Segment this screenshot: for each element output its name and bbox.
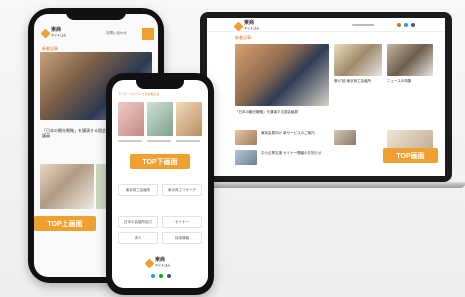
laptop-section: 新着記事 <box>235 35 251 40</box>
logo-icon <box>40 28 51 38</box>
laptop-list-image[interactable] <box>235 130 257 145</box>
middle-section: アンケートについてのお知らせ <box>118 92 160 96</box>
middle-text-line <box>176 140 200 142</box>
laptop-list-text[interactable]: 東商会員向け 新サービスのご案内 <box>261 131 327 140</box>
left-article-image[interactable] <box>40 164 94 209</box>
line-icon[interactable] <box>159 274 163 278</box>
laptop-nav[interactable] <box>352 24 374 26</box>
facebook-icon[interactable] <box>167 274 171 278</box>
laptop-list-image[interactable] <box>334 130 356 145</box>
ad-item[interactable]: 日本の会議所協力 <box>118 216 158 228</box>
laptop-list-text[interactable]: 中小企業支援 セミナー開催のお知らせ <box>261 151 327 160</box>
ad-item[interactable]: 東京商工リサーチ <box>162 184 202 196</box>
laptop-logo: 東商 ドットコム <box>233 21 260 31</box>
logo-subtext: ドットコム <box>244 26 260 30</box>
left-phone-notch <box>66 8 126 20</box>
laptop-side-text[interactable]: ニュースの特集 <box>387 79 433 88</box>
twitter-icon[interactable] <box>404 23 408 27</box>
middle-phone-screen: アンケートについてのお知らせ 東京商工会議所 東京商工リサーチ 日本の会議所協力… <box>112 80 208 288</box>
logo-subtext: ドットコム <box>155 263 171 267</box>
ad-item[interactable]: セミナー <box>162 216 202 228</box>
laptop-base <box>186 182 465 188</box>
laptop-article-image[interactable] <box>387 44 433 76</box>
middle-article-image[interactable] <box>176 102 202 136</box>
laptop-article-image[interactable] <box>334 44 382 76</box>
ad-item[interactable]: 採用情報 <box>162 232 202 244</box>
search-icon[interactable] <box>397 23 401 27</box>
ad-item[interactable]: 東京商工会議所 <box>118 184 158 196</box>
ad-item[interactable]: 求人 <box>118 232 158 244</box>
top-lower-badge: TOP下画面 <box>130 154 190 169</box>
middle-article-image[interactable] <box>147 102 173 136</box>
left-phone-logo: 東商 ドットコム <box>40 28 67 38</box>
left-nav-text[interactable]: お問い合わせ <box>106 31 127 36</box>
left-headline[interactable]: 「日本の観光戦略」を講演する国会議員 <box>42 128 106 142</box>
laptop-main-image[interactable] <box>235 44 329 106</box>
laptop-list-image[interactable] <box>235 150 257 165</box>
logo-icon <box>144 258 155 268</box>
top-laptop-badge: TOP画面 <box>383 148 438 163</box>
line-icon[interactable] <box>411 23 415 27</box>
menu-button[interactable] <box>142 28 154 40</box>
top-upper-badge: TOP上画面 <box>34 216 96 231</box>
middle-text-line <box>147 140 171 142</box>
logo-subtext: ドットコム <box>51 33 67 37</box>
laptop-headline[interactable]: 「日本の観光戦略」を講演する国会議員 <box>235 110 329 120</box>
middle-text-line <box>118 140 142 142</box>
logo-icon <box>233 21 244 31</box>
middle-phone-notch <box>136 80 184 89</box>
middle-footer-logo: 東商 ドットコム <box>144 258 171 268</box>
middle-article-image[interactable] <box>118 102 144 136</box>
left-article-image[interactable] <box>96 164 106 209</box>
twitter-icon[interactable] <box>151 274 155 278</box>
laptop-side-text[interactable]: 第47回 東京商工会議所 <box>334 79 382 88</box>
